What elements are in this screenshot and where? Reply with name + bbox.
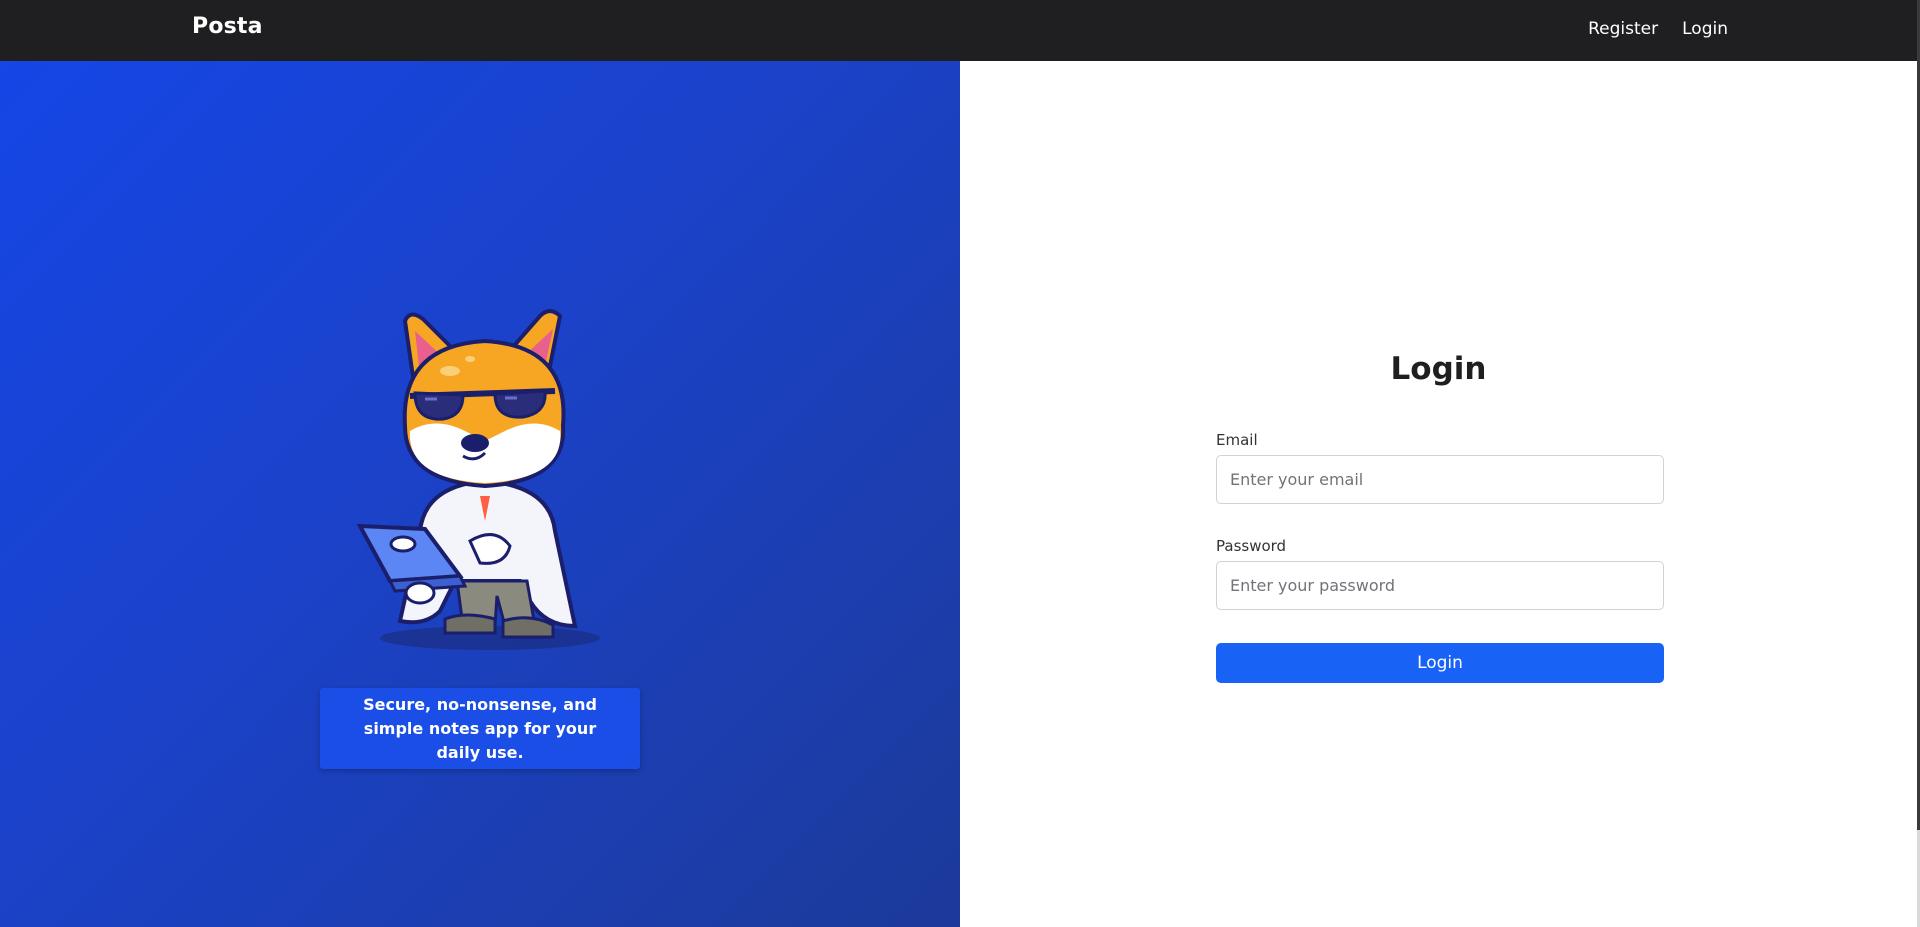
nav-links: Register Login [1588, 19, 1728, 39]
tagline-text: Secure, no-nonsense, and simple notes ap… [363, 694, 597, 762]
password-input[interactable] [1216, 561, 1664, 610]
brand-logo[interactable]: Posta [192, 14, 263, 39]
nav-register-link[interactable]: Register [1588, 19, 1658, 39]
login-panel: Login Email Password Login [960, 61, 1917, 927]
shiba-mascot-illustration [356, 309, 600, 650]
login-title: Login [1390, 351, 1487, 387]
email-input[interactable] [1216, 455, 1664, 504]
nav-login-link[interactable]: Login [1682, 19, 1728, 39]
top-navbar: Posta Register Login [0, 0, 1920, 61]
password-label: Password [1216, 537, 1287, 555]
email-label: Email [1216, 431, 1258, 449]
tagline-card: Secure, no-nonsense, and simple notes ap… [320, 688, 640, 769]
hero-panel: Secure, no-nonsense, and simple notes ap… [0, 61, 960, 927]
login-button[interactable]: Login [1216, 643, 1664, 683]
